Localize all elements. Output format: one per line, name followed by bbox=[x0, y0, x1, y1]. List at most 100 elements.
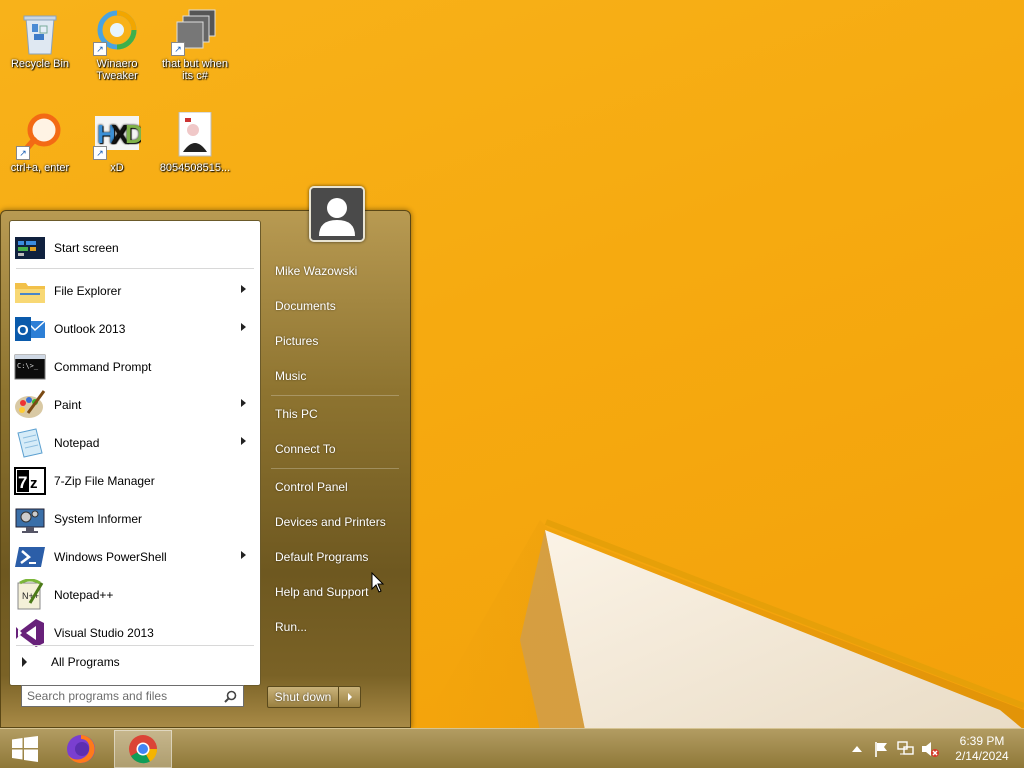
submenu-arrow-icon[interactable] bbox=[241, 437, 246, 445]
action-center-button[interactable] bbox=[870, 729, 892, 768]
desktop-icon-image-file[interactable]: 8054508515... bbox=[155, 111, 235, 174]
program-label: File Explorer bbox=[54, 284, 122, 298]
desktop-icon-label: xD bbox=[110, 162, 124, 174]
place-label: This PC bbox=[275, 407, 318, 421]
program-label: Outlook 2013 bbox=[54, 322, 126, 336]
program-outlook-2013[interactable]: O Outlook 2013 bbox=[12, 310, 258, 348]
program-windows-powershell[interactable]: Windows PowerShell bbox=[12, 538, 258, 576]
program-file-explorer[interactable]: File Explorer bbox=[12, 272, 258, 310]
taskbar-chrome-button[interactable] bbox=[114, 730, 172, 768]
svg-text:z: z bbox=[30, 475, 38, 492]
chevron-right-icon bbox=[347, 693, 352, 701]
shortcut-arrow-icon: ↗ bbox=[171, 42, 185, 56]
submenu-arrow-icon[interactable] bbox=[241, 323, 246, 331]
paint-icon bbox=[14, 389, 46, 421]
taskbar: 6:39 PM 2/14/2024 bbox=[0, 728, 1024, 768]
svg-text:D: D bbox=[125, 119, 141, 149]
place-control-panel[interactable]: Control Panel bbox=[267, 472, 403, 502]
outlook-icon: O bbox=[14, 313, 46, 345]
clock[interactable]: 6:39 PM 2/14/2024 bbox=[952, 734, 1012, 764]
search-box[interactable] bbox=[21, 685, 244, 707]
desktop-icon-recycle-bin[interactable]: Recycle Bin bbox=[0, 8, 80, 70]
place-label: Pictures bbox=[275, 334, 319, 348]
volume-button[interactable] bbox=[919, 729, 941, 768]
submenu-arrow-icon[interactable] bbox=[241, 285, 246, 293]
place-label: Mike Wazowski bbox=[275, 264, 358, 278]
chevron-up-icon bbox=[852, 746, 862, 752]
user-avatar[interactable] bbox=[309, 186, 365, 242]
place-label: Documents bbox=[275, 299, 336, 313]
network-button[interactable] bbox=[895, 729, 917, 768]
place-default-programs[interactable]: Default Programs bbox=[267, 542, 403, 572]
desktop-icon-xd[interactable]: H X D ↗ xD bbox=[77, 112, 157, 174]
volume-muted-icon bbox=[922, 742, 939, 757]
taskbar-firefox-button[interactable] bbox=[52, 730, 110, 768]
divider bbox=[271, 468, 399, 469]
network-icon bbox=[897, 741, 914, 755]
notepad-icon bbox=[14, 427, 46, 459]
submenu-arrow-icon[interactable] bbox=[241, 399, 246, 407]
start-button[interactable] bbox=[0, 729, 50, 768]
place-user-folder[interactable]: Mike Wazowski bbox=[267, 256, 403, 286]
firefox-icon bbox=[67, 735, 95, 763]
windows-logo-icon bbox=[12, 736, 38, 762]
desktop-icon-ctrl-a-enter[interactable]: ↗ ctrl+a, enter bbox=[0, 112, 80, 174]
program-7zip[interactable]: 7z 7-Zip File Manager bbox=[12, 462, 258, 500]
shutdown-options-button[interactable] bbox=[339, 686, 361, 708]
svg-text:O: O bbox=[17, 322, 29, 339]
place-devices-and-printers[interactable]: Devices and Printers bbox=[267, 507, 403, 537]
program-notepad[interactable]: Notepad bbox=[12, 424, 258, 462]
shutdown-button[interactable]: Shut down bbox=[267, 686, 339, 708]
program-visual-studio-2013[interactable]: Visual Studio 2013 bbox=[12, 614, 258, 652]
search-icon[interactable] bbox=[224, 690, 237, 703]
flag-icon bbox=[875, 742, 887, 757]
mouse-cursor-icon bbox=[371, 572, 385, 593]
place-run[interactable]: Run... bbox=[267, 612, 403, 642]
show-hidden-icons-button[interactable] bbox=[849, 729, 865, 768]
submenu-arrow-icon[interactable] bbox=[241, 551, 246, 559]
place-connect-to[interactable]: Connect To bbox=[267, 434, 403, 464]
place-pictures[interactable]: Pictures bbox=[267, 326, 403, 356]
place-label: Devices and Printers bbox=[275, 515, 386, 529]
desktop-icon-label: ctrl+a, enter bbox=[10, 162, 70, 174]
place-label: Help and Support bbox=[275, 585, 369, 599]
search-input[interactable] bbox=[27, 689, 213, 703]
command-prompt-icon: C:\>_ bbox=[14, 351, 46, 383]
place-music[interactable]: Music bbox=[267, 361, 403, 391]
programs-pane: Start screen File Explorer O Outlook 201… bbox=[9, 220, 261, 686]
image-file-icon bbox=[171, 111, 219, 160]
all-programs-label: All Programs bbox=[51, 655, 120, 669]
program-start-screen[interactable]: Start screen bbox=[12, 229, 258, 267]
place-documents[interactable]: Documents bbox=[267, 291, 403, 321]
desktop-icon-label: 8054508515... bbox=[159, 162, 231, 174]
folder-stack-icon: ↗ bbox=[171, 8, 219, 56]
all-programs-button[interactable]: All Programs bbox=[18, 651, 254, 673]
program-label: Start screen bbox=[54, 241, 119, 255]
powershell-icon bbox=[14, 541, 46, 573]
place-this-pc[interactable]: This PC bbox=[267, 399, 403, 429]
shortcut-arrow-icon: ↗ bbox=[16, 146, 30, 160]
system-informer-icon bbox=[14, 503, 46, 535]
start-menu: Start screen File Explorer O Outlook 201… bbox=[0, 186, 411, 728]
shutdown-group: Shut down bbox=[267, 686, 361, 708]
desktop-icon-label: that but when its c# bbox=[161, 58, 229, 82]
program-system-informer[interactable]: System Informer bbox=[12, 500, 258, 538]
divider bbox=[16, 268, 254, 269]
program-label: Notepad bbox=[54, 436, 100, 450]
place-label: Run... bbox=[275, 620, 308, 634]
program-label: Visual Studio 2013 bbox=[54, 626, 154, 640]
program-label: 7-Zip File Manager bbox=[54, 474, 155, 488]
program-label: System Informer bbox=[54, 512, 143, 526]
clock-date: 2/14/2024 bbox=[955, 749, 1009, 763]
shortcut-arrow-icon: ↗ bbox=[93, 146, 107, 160]
svg-text:7: 7 bbox=[18, 473, 27, 492]
program-paint[interactable]: Paint bbox=[12, 386, 258, 424]
divider bbox=[271, 395, 399, 396]
desktop-icon-that-but-when[interactable]: ↗ that but when its c# bbox=[155, 8, 235, 82]
program-command-prompt[interactable]: C:\>_ Command Prompt bbox=[12, 348, 258, 386]
program-notepad-plus-plus[interactable]: N++ Notepad++ bbox=[12, 576, 258, 614]
place-label: Default Programs bbox=[275, 550, 369, 564]
place-label: Music bbox=[275, 369, 307, 383]
desktop-icon-winaero-tweaker[interactable]: ↗ Winaero Tweaker bbox=[77, 8, 157, 82]
program-label: Windows PowerShell bbox=[54, 550, 167, 564]
